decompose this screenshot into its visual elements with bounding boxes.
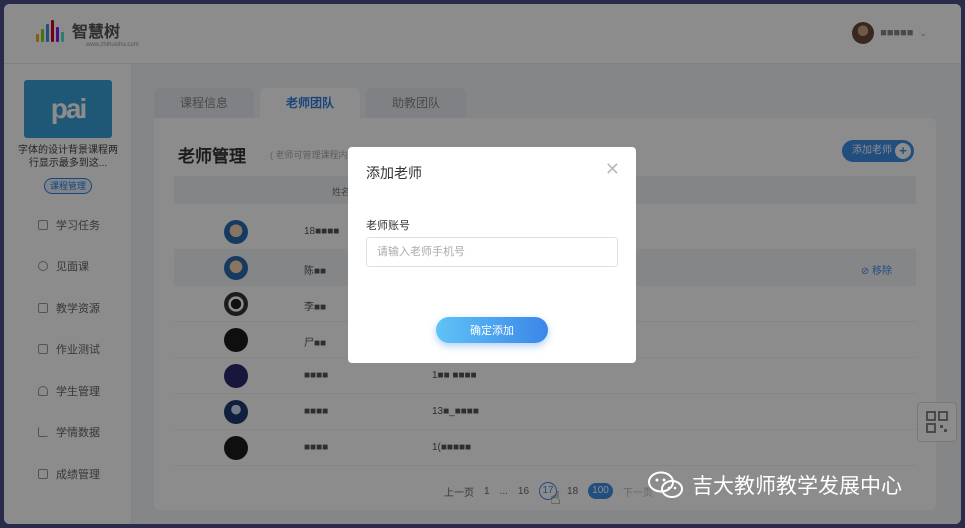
dialog-title: 添加老师 bbox=[366, 165, 422, 181]
teacher-phone-input[interactable] bbox=[366, 237, 618, 267]
confirm-add-button[interactable]: 确定添加 bbox=[436, 317, 548, 343]
field-label: 老师账号 bbox=[366, 220, 410, 232]
app-window: 智慧树 www.zhihuishu.com ■■■■■ ⌄ pai 字体的设计背… bbox=[4, 4, 961, 524]
wechat-icon bbox=[648, 471, 683, 498]
watermark: 吉大教师教学发展中心 bbox=[648, 470, 902, 500]
hand-cursor-icon: ☝ bbox=[550, 488, 561, 508]
add-teacher-dialog: 添加老师 ✕ 老师账号 确定添加 bbox=[348, 147, 636, 363]
watermark-text: 吉大教师教学发展中心 bbox=[692, 475, 902, 498]
close-icon[interactable]: ✕ bbox=[605, 159, 620, 180]
